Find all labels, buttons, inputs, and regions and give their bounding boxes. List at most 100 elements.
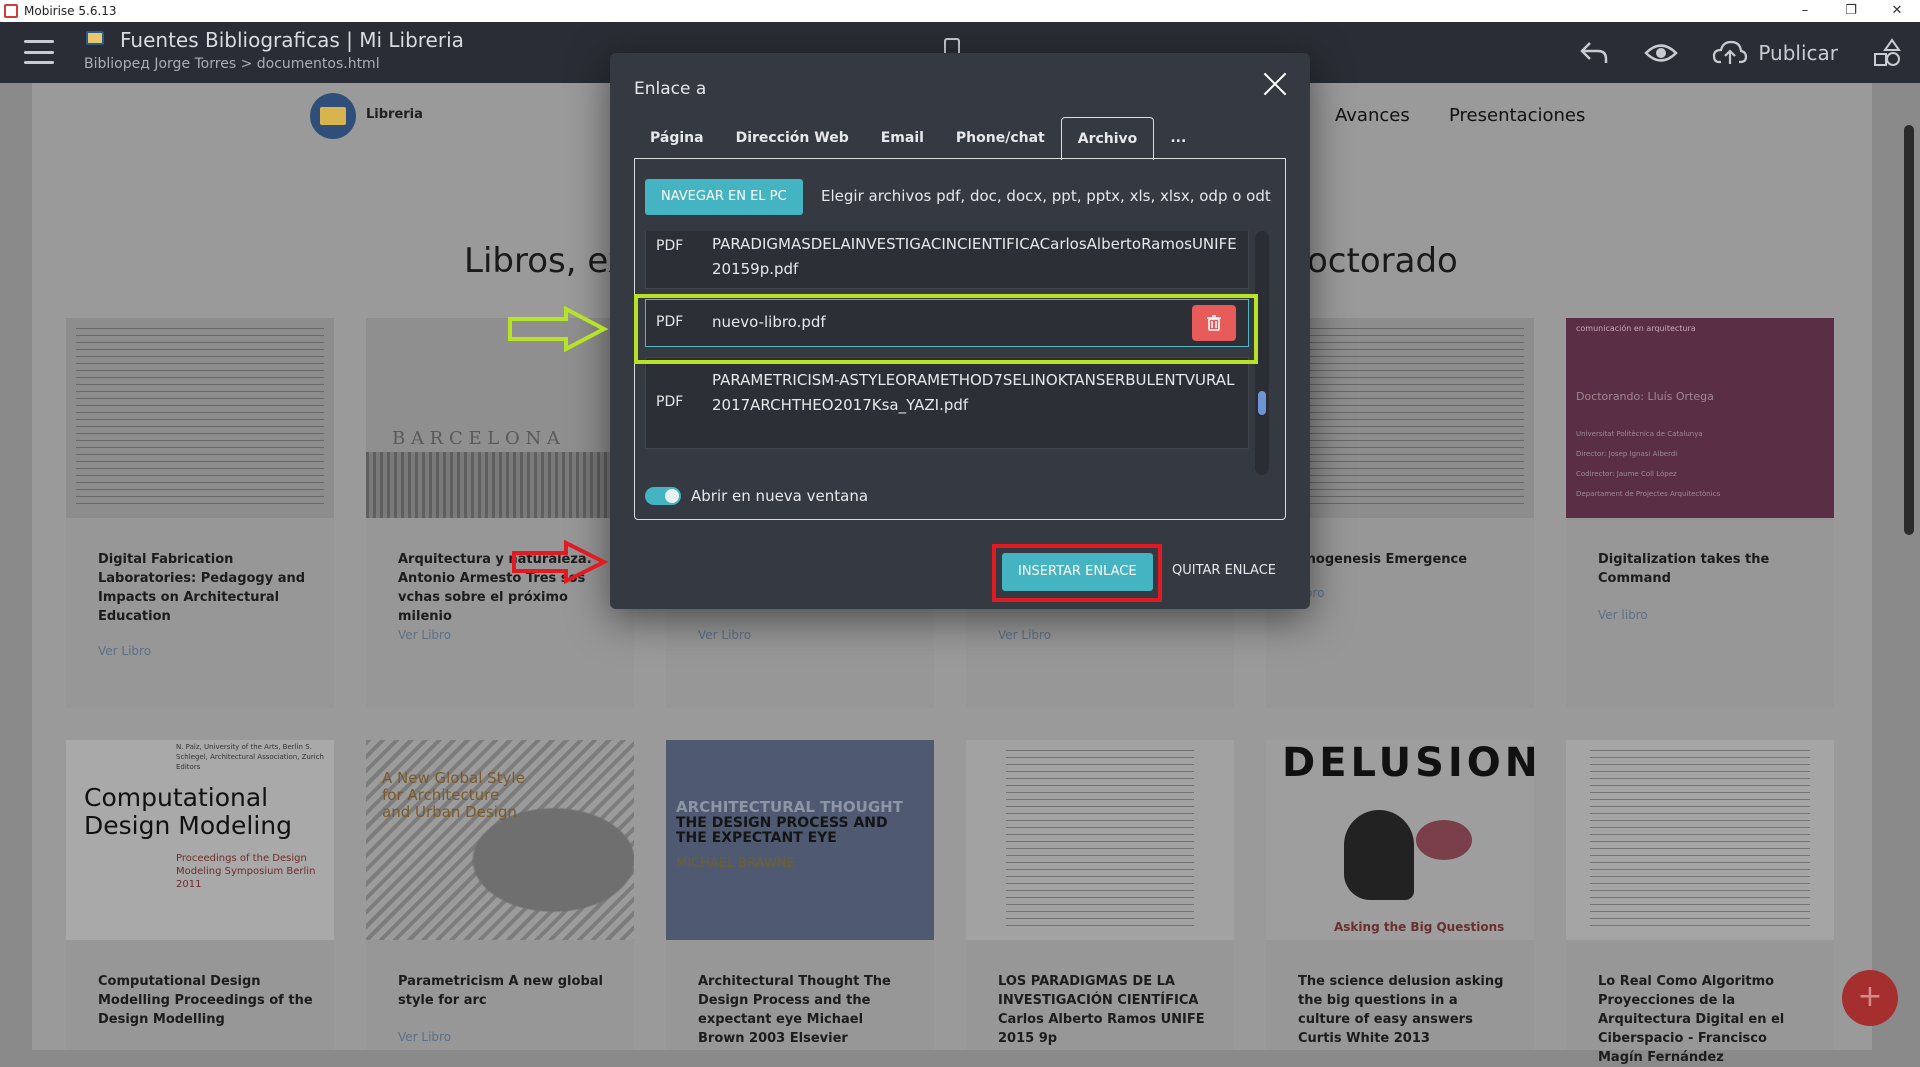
book-card: B A R C E L O N A Arquitectura y natural…: [366, 318, 634, 708]
restore-icon[interactable]: ❐: [1828, 0, 1874, 22]
cover-title: DELUSION: [1282, 740, 1534, 786]
selected-file-highlight: [634, 294, 1258, 364]
file-types-hint: Elegir archivos pdf, doc, docx, ppt, ppt…: [821, 187, 1271, 205]
publish-label: Publicar: [1758, 40, 1838, 65]
book-link[interactable]: Ver Libro: [998, 628, 1051, 642]
page-breadcrumb[interactable]: Biblioред Jorge Torres > documentos.html: [84, 56, 380, 72]
file-item[interactable]: PDF PARADIGMASDELAINVESTIGACINCIENTIFICA…: [645, 231, 1249, 289]
book-link[interactable]: Ver libro: [1598, 608, 1648, 622]
mobirise-app-icon: [4, 4, 18, 18]
book-title: Computational Design Modelling Proceedin…: [98, 974, 313, 1027]
file-list-scroll-thumb[interactable]: [1258, 391, 1266, 415]
library-logo[interactable]: [310, 93, 356, 139]
book-cover: ARCHITECTURAL THOUGHT THE DESIGN PROCESS…: [666, 740, 934, 940]
file-item[interactable]: PDF PARAMETRICISM-ASTYLEORAMETHOD7SELINO…: [645, 357, 1249, 449]
book-cover: A New Global Style for Architecture and …: [366, 740, 634, 940]
tab-archivo[interactable]: Archivo: [1060, 117, 1155, 160]
tab-email[interactable]: Email: [865, 117, 940, 159]
book-title: Digitalization takes the Command: [1598, 552, 1770, 586]
cover-title: A New Global Style for Architecture and …: [382, 769, 525, 821]
cover-subtitle: Proceedings of the Design Modeling Sympo…: [176, 853, 316, 890]
cover-authors: N. Palz, University of the Arts, Berlin …: [176, 743, 324, 771]
dialog-title: Enlace a: [634, 79, 707, 99]
cover-title: Computational Design Modeling: [84, 783, 292, 840]
book-cover: comunicación en arquitectura Doctorando:…: [1566, 318, 1834, 518]
undo-icon[interactable]: [1578, 39, 1610, 67]
add-block-button[interactable]: +: [1842, 970, 1898, 1026]
book-card: A New Global Style for Architecture and …: [366, 740, 634, 1050]
book-cover: [66, 318, 334, 518]
nav-link-presentaciones[interactable]: Presentaciones: [1449, 105, 1585, 126]
tab-pagina[interactable]: Página: [634, 117, 720, 159]
book-cover: [1566, 740, 1834, 940]
browse-pc-button[interactable]: NAVEGAR EN EL PC: [645, 179, 803, 215]
close-icon[interactable]: [1262, 71, 1288, 97]
book-title: Architectural Thought The Design Process…: [698, 974, 891, 1046]
new-window-label: Abrir en nueva ventana: [691, 487, 869, 505]
cover-author: MICHAEL BRAWNE: [676, 856, 795, 871]
book-link[interactable]: Ver Libro: [398, 1030, 451, 1044]
book-link[interactable]: Ver Libro: [398, 628, 451, 642]
cover-department: Departament de Projectes Arquitectònics: [1576, 490, 1721, 498]
book-cover: DELUSION Asking the Big Questions: [1266, 740, 1534, 940]
green-arrow-icon: [508, 306, 609, 352]
book-title: orphogenesis Emergence: [1282, 552, 1468, 567]
book-cover: [966, 740, 1234, 940]
file-name: PARADIGMASDELAINVESTIGACINCIENTIFICACarl…: [712, 235, 1237, 278]
cover-subtitle: Asking the Big Questions: [1334, 920, 1505, 934]
book-link[interactable]: Ver Libro: [98, 644, 151, 658]
page-heading-left: Libros, ex: [464, 241, 628, 281]
book-card: LOS PARADIGMAS DE LA INVESTIGACIÓN CIENT…: [966, 740, 1234, 1050]
tab-more[interactable]: ...: [1154, 117, 1202, 159]
book-title: Parametricism A new global style for arc: [398, 974, 603, 1008]
cover-title-line1: ARCHITECTURAL THOUGHT: [676, 798, 903, 816]
book-title: The science delusion asking the big ques…: [1298, 974, 1504, 1046]
book-card: DELUSION Asking the Big Questions The sc…: [1266, 740, 1534, 1050]
nav-link-avances[interactable]: Avances: [1335, 105, 1410, 126]
book-card: Digital Fabrication Laboratories: Pedago…: [66, 318, 334, 708]
book-title: Lo Real Como Algoritmo Proyecciones de l…: [1598, 974, 1785, 1065]
cover-codirector: Codirector: Jaume Coll López: [1576, 470, 1677, 478]
minimize-icon[interactable]: –: [1782, 0, 1828, 22]
page-scrollbar[interactable]: [1904, 125, 1914, 535]
book-card: N. Palz, University of the Arts, Berlin …: [66, 740, 334, 1050]
publish-button[interactable]: Publicar: [1712, 40, 1838, 66]
link-type-tabs: Página Dirección Web Email Phone/chat Ar…: [634, 117, 1202, 160]
book-card: ARCHITECTURAL THOUGHT THE DESIGN PROCESS…: [666, 740, 934, 1050]
cover-author: Doctorando: Lluís Ortega: [1576, 390, 1714, 403]
file-name: PARAMETRICISM-ASTYLEORAMETHOD7SELINOKTAN…: [712, 371, 1235, 414]
cover-director: Director: Josep Ignasi Alberdi: [1576, 450, 1678, 458]
book-cover: N. Palz, University of the Arts, Berlin …: [66, 740, 334, 940]
header-actions: Publicar: [1578, 22, 1920, 83]
site-title: Fuentes Bibliograficas | Mi Libreria: [120, 28, 464, 52]
file-type: PDF: [656, 394, 684, 410]
blocks-icon[interactable]: [1872, 37, 1902, 68]
site-icon: [86, 31, 104, 45]
remove-link-button[interactable]: QUITAR ENLACE: [1172, 563, 1276, 578]
tab-direccion-web[interactable]: Dirección Web: [720, 117, 865, 159]
os-window-title: Mobirise 5.6.13: [24, 4, 117, 18]
file-type: PDF: [656, 238, 684, 254]
insert-button-highlight: [992, 544, 1162, 602]
cover-title-line2: THE DESIGN PROCESS AND THE EXPECTANT EYE: [676, 815, 888, 846]
red-arrow-icon: [512, 540, 609, 584]
book-title: LOS PARADIGMAS DE LA INVESTIGACIÓN CIENT…: [998, 974, 1205, 1046]
book-title: Digital Fabrication Laboratories: Pedago…: [98, 552, 306, 624]
window-controls: – ❐ ✕: [1782, 0, 1920, 22]
navbar-brand[interactable]: Libreria: [366, 107, 423, 122]
head-silhouette: [1344, 810, 1414, 900]
brain-illustration: [1416, 820, 1472, 860]
close-window-icon[interactable]: ✕: [1874, 0, 1920, 22]
page-heading-right: octorado: [1307, 241, 1458, 281]
menu-icon[interactable]: [24, 40, 54, 64]
barcelona-cover-text: B A R C E L O N A: [392, 428, 560, 449]
cover-label: comunicación en arquitectura: [1576, 324, 1696, 333]
book-link[interactable]: Ver Libro: [698, 628, 751, 642]
preview-eye-icon[interactable]: [1644, 42, 1679, 64]
os-titlebar: Mobirise 5.6.13 – ❐ ✕: [0, 0, 1920, 22]
cover-university: Universitat Politècnica de Catalunya: [1576, 430, 1703, 438]
book-card: Lo Real Como Algoritmo Proyecciones de l…: [1566, 740, 1834, 1065]
new-window-toggle[interactable]: [645, 487, 681, 505]
book-card: comunicación en arquitectura Doctorando:…: [1566, 318, 1834, 708]
tab-phone-chat[interactable]: Phone/chat: [940, 117, 1061, 159]
